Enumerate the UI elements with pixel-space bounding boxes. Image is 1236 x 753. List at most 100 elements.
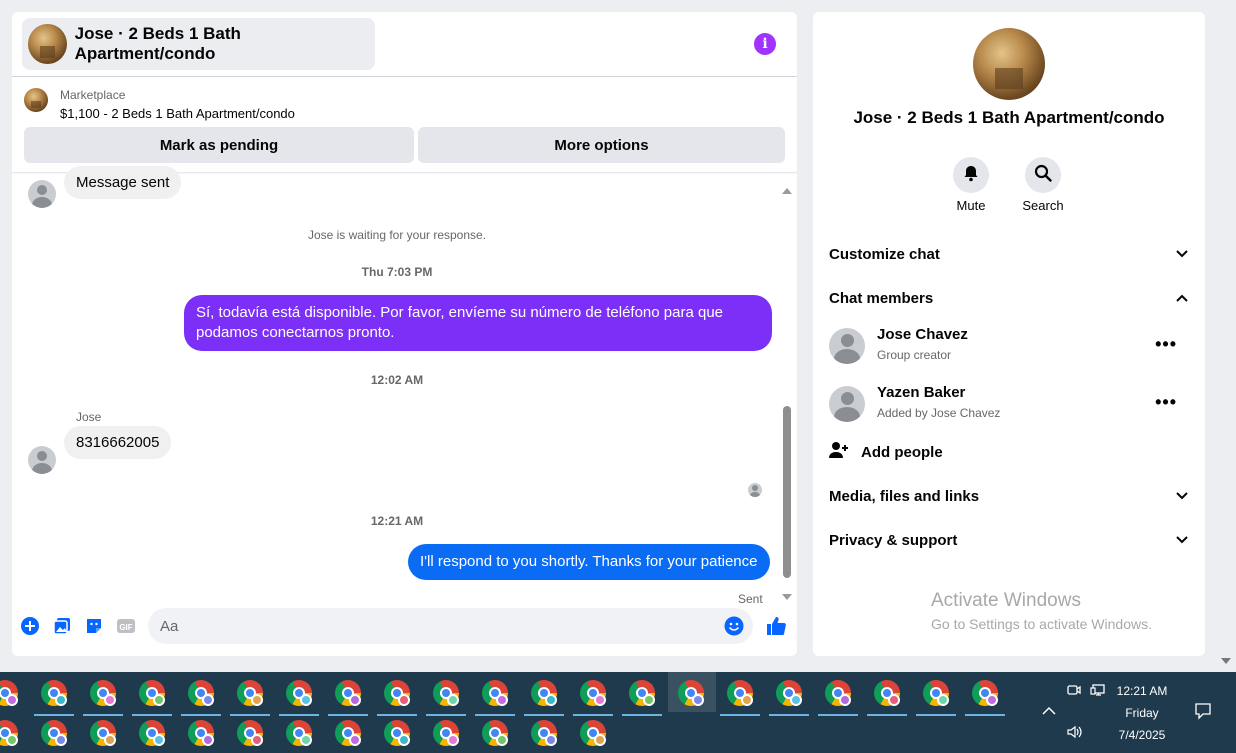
chrome-icon[interactable]	[0, 720, 18, 746]
chrome-icon[interactable]	[384, 680, 410, 706]
chrome-icon[interactable]	[433, 680, 459, 706]
chrome-icon[interactable]	[580, 680, 606, 706]
clock-time[interactable]: 12:21 AM	[1112, 684, 1172, 698]
profile-badge-icon	[839, 694, 851, 706]
chrome-icon[interactable]	[237, 720, 263, 746]
chrome-icon[interactable]	[874, 680, 900, 706]
profile-badge-icon	[251, 734, 263, 746]
running-indicator	[867, 714, 907, 716]
scroll-up-arrow[interactable]	[782, 188, 792, 194]
chrome-icon[interactable]	[188, 680, 214, 706]
mute-button[interactable]	[953, 157, 989, 193]
chrome-icon[interactable]	[678, 680, 704, 706]
chrome-icon[interactable]	[531, 720, 557, 746]
clock-day[interactable]: Friday	[1112, 706, 1172, 720]
activate-windows-watermark: Activate Windows Go to Settings to activ…	[931, 590, 1152, 632]
info-icon[interactable]: i	[754, 33, 776, 55]
more-options-icon[interactable]: •••	[1155, 334, 1177, 355]
gif-icon[interactable]: GIF	[116, 616, 136, 636]
clock-date[interactable]: 7/4/2025	[1112, 728, 1172, 742]
profile-badge-icon	[692, 694, 704, 706]
chrome-icon[interactable]	[580, 720, 606, 746]
member-item[interactable]: Jose Chavez Group creator •••	[829, 326, 1189, 366]
chrome-icon[interactable]	[384, 720, 410, 746]
add-people-button[interactable]: Add people	[829, 440, 943, 464]
listing-thumbnail	[24, 88, 48, 112]
chrome-icon[interactable]	[482, 680, 508, 706]
emoji-icon[interactable]	[724, 616, 744, 636]
profile-badge-icon	[104, 734, 116, 746]
chrome-icon[interactable]	[335, 680, 361, 706]
chrome-icon[interactable]	[237, 680, 263, 706]
chrome-icon[interactable]	[0, 680, 18, 706]
notifications-icon[interactable]	[1194, 702, 1212, 724]
running-indicator	[769, 714, 809, 716]
chrome-icon[interactable]	[531, 680, 557, 706]
network-icon[interactable]	[1090, 682, 1106, 702]
chevron-up-icon[interactable]	[1042, 704, 1056, 720]
chrome-icon[interactable]	[727, 680, 753, 706]
message-scrollbar[interactable]	[782, 188, 792, 608]
scroll-thumb[interactable]	[783, 406, 791, 578]
running-indicator	[475, 714, 515, 716]
svg-text:GIF: GIF	[119, 623, 132, 632]
plus-icon[interactable]	[20, 616, 40, 636]
chrome-icon[interactable]	[188, 720, 214, 746]
profile-badge-icon	[594, 734, 606, 746]
thumbs-up-icon[interactable]	[764, 614, 788, 638]
chrome-icon[interactable]	[629, 680, 655, 706]
more-options-icon[interactable]: •••	[1155, 392, 1177, 413]
chrome-icon[interactable]	[139, 720, 165, 746]
chrome-icon[interactable]	[41, 680, 67, 706]
member-item[interactable]: Yazen Baker Added by Jose Chavez •••	[829, 384, 1189, 424]
more-options-button[interactable]: More options	[418, 127, 785, 163]
add-people-label: Add people	[861, 443, 943, 461]
chrome-icon[interactable]	[972, 680, 998, 706]
chrome-icon[interactable]	[90, 720, 116, 746]
chrome-icon[interactable]	[825, 680, 851, 706]
chrome-icon[interactable]	[433, 720, 459, 746]
profile-badge-icon	[349, 734, 361, 746]
chrome-icon[interactable]	[41, 720, 67, 746]
chrome-icon[interactable]	[139, 680, 165, 706]
profile-badge-icon	[300, 694, 312, 706]
bell-icon	[962, 164, 980, 187]
profile-badge-icon	[888, 694, 900, 706]
chat-members-section[interactable]: Chat members	[829, 286, 1189, 310]
photo-icon[interactable]	[52, 616, 72, 636]
page-scroll-down-arrow[interactable]	[1221, 658, 1231, 664]
running-indicator	[279, 714, 319, 716]
media-files-section[interactable]: Media, files and links	[829, 484, 1189, 508]
mark-pending-button[interactable]: Mark as pending	[24, 127, 414, 163]
chrome-icon[interactable]	[923, 680, 949, 706]
watermark-title: Activate Windows	[931, 590, 1081, 611]
chrome-icon[interactable]	[90, 680, 116, 706]
profile-badge-icon	[153, 694, 165, 706]
volume-icon[interactable]	[1066, 724, 1084, 744]
header-divider	[12, 76, 797, 77]
listing-title: $1,100 - 2 Beds 1 Bath Apartment/condo	[60, 106, 295, 121]
running-indicator	[328, 714, 368, 716]
profile-badge-icon	[202, 694, 214, 706]
privacy-support-section[interactable]: Privacy & support	[829, 528, 1189, 552]
customize-chat-section[interactable]: Customize chat	[829, 242, 1189, 266]
sent-status: Sent	[738, 592, 763, 606]
chrome-icon[interactable]	[482, 720, 508, 746]
scroll-down-arrow[interactable]	[782, 594, 792, 600]
profile-badge-icon	[6, 694, 18, 706]
search-button[interactable]	[1025, 157, 1061, 193]
chrome-icon[interactable]	[335, 720, 361, 746]
taskbar: 12:21 AM Friday 7/4/2025	[0, 672, 1236, 753]
sticker-icon[interactable]	[84, 616, 104, 636]
chrome-icon[interactable]	[286, 720, 312, 746]
member-name: Jose Chavez	[877, 326, 968, 343]
timestamp: 12:21 AM	[370, 514, 424, 528]
meet-now-icon[interactable]	[1066, 682, 1082, 702]
chrome-icon[interactable]	[776, 680, 802, 706]
chat-header[interactable]: Jose · 2 Beds 1 Bath Apartment/condo	[22, 18, 375, 70]
message-input[interactable]	[148, 608, 753, 644]
mute-label: Mute	[956, 198, 986, 213]
chrome-icon[interactable]	[286, 680, 312, 706]
running-indicator	[230, 714, 270, 716]
privacy-support-label: Privacy & support	[829, 531, 958, 549]
